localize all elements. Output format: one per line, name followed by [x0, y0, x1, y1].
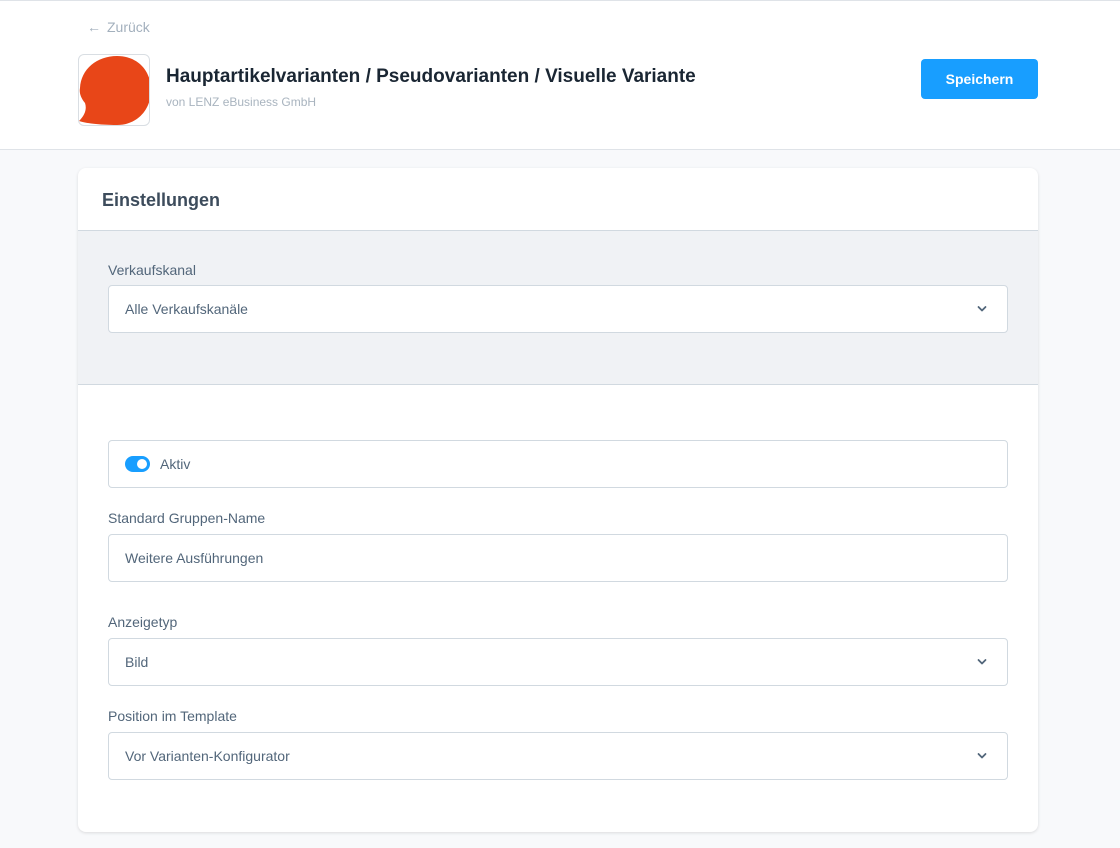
- group-name-label: Standard Gruppen-Name: [108, 510, 266, 526]
- chevron-down-icon: [977, 659, 987, 665]
- back-label: Zurück: [107, 19, 150, 35]
- group-name-value: Weitere Ausführungen: [125, 550, 264, 566]
- sales-channel-section: Verkaufskanal Alle Verkaufskanäle: [78, 230, 1038, 385]
- display-type-label: Anzeigetyp: [108, 614, 178, 630]
- display-type-select[interactable]: Bild: [108, 638, 1008, 686]
- active-label: Aktiv: [160, 456, 191, 472]
- save-button[interactable]: Speichern: [921, 59, 1038, 99]
- template-position-label: Position im Template: [108, 708, 237, 724]
- app-logo-icon: [78, 54, 150, 126]
- card-title: Einstellungen: [102, 190, 221, 210]
- arrow-left-icon: ←: [87, 19, 101, 35]
- active-toggle[interactable]: [125, 456, 150, 472]
- sales-channel-select[interactable]: Alle Verkaufskanäle: [108, 285, 1008, 333]
- chevron-down-icon: [977, 753, 987, 759]
- display-type-value: Bild: [125, 654, 149, 670]
- group-name-input[interactable]: Weitere Ausführungen: [108, 534, 1008, 582]
- page-header: ← Zurück Hauptartikelvarianten / Pseudov…: [0, 0, 1120, 150]
- page-title: Hauptartikelvarianten / Pseudovarianten …: [166, 66, 696, 87]
- sales-channel-label: Verkaufskanal: [108, 262, 196, 278]
- chevron-down-icon: [977, 306, 987, 312]
- template-position-select[interactable]: Vor Varianten-Konfigurator: [108, 732, 1008, 780]
- template-position-value: Vor Varianten-Konfigurator: [125, 748, 290, 764]
- vendor-subtitle: von LENZ eBusiness GmbH: [166, 95, 317, 109]
- back-link[interactable]: ← Zurück: [87, 19, 150, 35]
- settings-card: Einstellungen Verkaufskanal Alle Verkauf…: [78, 168, 1038, 832]
- active-field: Aktiv: [108, 440, 1008, 488]
- sales-channel-value: Alle Verkaufskanäle: [125, 301, 248, 317]
